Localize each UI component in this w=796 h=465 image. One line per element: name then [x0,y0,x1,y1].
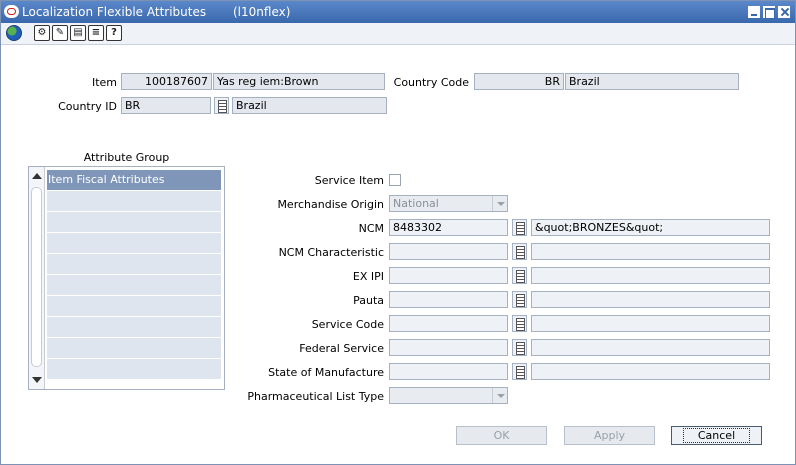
ex-ipi-lov-icon[interactable] [512,267,527,284]
pharma-label: Pharmaceutical List Type [247,390,384,403]
federal-service-lov-icon[interactable] [512,339,527,356]
chevron-down-icon[interactable] [492,388,507,403]
window-title: Localization Flexible Attributes [22,5,207,19]
state-manuf-desc-field[interactable] [531,363,770,380]
country-code-label: Country Code [393,76,469,89]
pauta-label: Pauta [353,294,384,307]
list-item[interactable] [47,296,221,317]
calendar-icon[interactable] [70,25,86,41]
item-desc-field[interactable]: Yas reg iem:Brown [213,73,385,90]
service-item-label: Service Item [314,174,384,187]
attribute-group-title: Attribute Group [83,151,170,164]
ncm-desc-field[interactable]: &quot;BRONZES&quot; [531,219,770,236]
close-icon[interactable] [778,6,790,18]
list-item[interactable] [47,275,221,296]
list-item[interactable] [47,254,221,275]
ncm-lov-icon[interactable] [512,219,527,236]
state-manuf-field[interactable] [389,363,508,380]
chevron-down-icon[interactable] [492,196,507,211]
scroll-thumb[interactable] [31,187,42,367]
country-id-field[interactable]: BR [121,97,211,114]
ncm-char-label: NCM Characteristic [278,246,384,259]
ex-ipi-field[interactable] [389,267,508,284]
item-label: Item [91,76,117,89]
merch-origin-label: Merchandise Origin [277,198,384,211]
ncm-field[interactable]: 8483302 [389,219,508,236]
list-item[interactable] [47,191,221,212]
service-code-label: Service Code [311,318,384,331]
title-bar: Localization Flexible Attributes (l10nfl… [1,1,795,23]
list-item[interactable] [47,317,221,338]
ncm-char-field[interactable] [389,243,508,260]
service-item-checkbox[interactable] [389,174,401,186]
country-id-label: Country ID [58,100,117,113]
ncm-char-desc-field[interactable] [531,243,770,260]
list-item[interactable] [47,359,221,380]
federal-service-desc-field[interactable] [531,339,770,356]
pharma-select[interactable] [389,387,508,404]
list-icon[interactable] [88,25,104,41]
ncm-char-lov-icon[interactable] [512,243,527,260]
minimize-icon[interactable] [748,6,760,18]
form-code: (l10nflex) [233,5,291,19]
list-item[interactable]: Item Fiscal Attributes [47,170,221,191]
ncm-label: NCM [358,222,384,235]
pauta-field[interactable] [389,291,508,308]
globe-icon[interactable] [6,25,22,41]
country-code-field[interactable]: BR [474,73,564,90]
merch-origin-select[interactable]: National [389,195,508,212]
state-manuf-lov-icon[interactable] [512,363,527,380]
merch-origin-value: National [393,197,439,210]
settings-icon[interactable] [34,25,50,41]
scroll-down-icon[interactable] [32,377,42,383]
ex-ipi-desc-field[interactable] [531,267,770,284]
list-item[interactable] [47,212,221,233]
ok-button[interactable]: OK [456,426,547,445]
country-id-lov-icon[interactable] [214,97,229,114]
attribute-group-list: Item Fiscal Attributes [28,166,225,390]
scroll-up-icon[interactable] [32,173,42,179]
list-item[interactable] [47,233,221,254]
toolbar [1,23,795,45]
edit-icon[interactable] [52,25,68,41]
pauta-desc-field[interactable] [531,291,770,308]
list-item[interactable] [47,338,221,359]
federal-service-label: Federal Service [299,342,384,355]
help-icon[interactable] [106,25,122,41]
attribute-group-scrollbar[interactable] [29,167,45,389]
federal-service-field[interactable] [389,339,508,356]
cancel-button-label: Cancel [682,428,751,443]
service-code-lov-icon[interactable] [512,315,527,332]
ex-ipi-label: EX IPI [352,270,384,283]
service-code-desc-field[interactable] [531,315,770,332]
dialog-window: Localization Flexible Attributes (l10nfl… [0,0,796,465]
oracle-logo-icon [4,5,19,18]
maximize-icon[interactable] [763,6,775,19]
pauta-lov-icon[interactable] [512,291,527,308]
country-id-desc-field[interactable]: Brazil [232,97,387,114]
state-manuf-label: State of Manufacture [268,366,384,379]
country-code-desc-field[interactable]: Brazil [565,73,739,90]
cancel-button[interactable]: Cancel [671,426,762,445]
item-id-field[interactable]: 100187607 [121,73,212,90]
service-code-field[interactable] [389,315,508,332]
apply-button[interactable]: Apply [564,426,655,445]
